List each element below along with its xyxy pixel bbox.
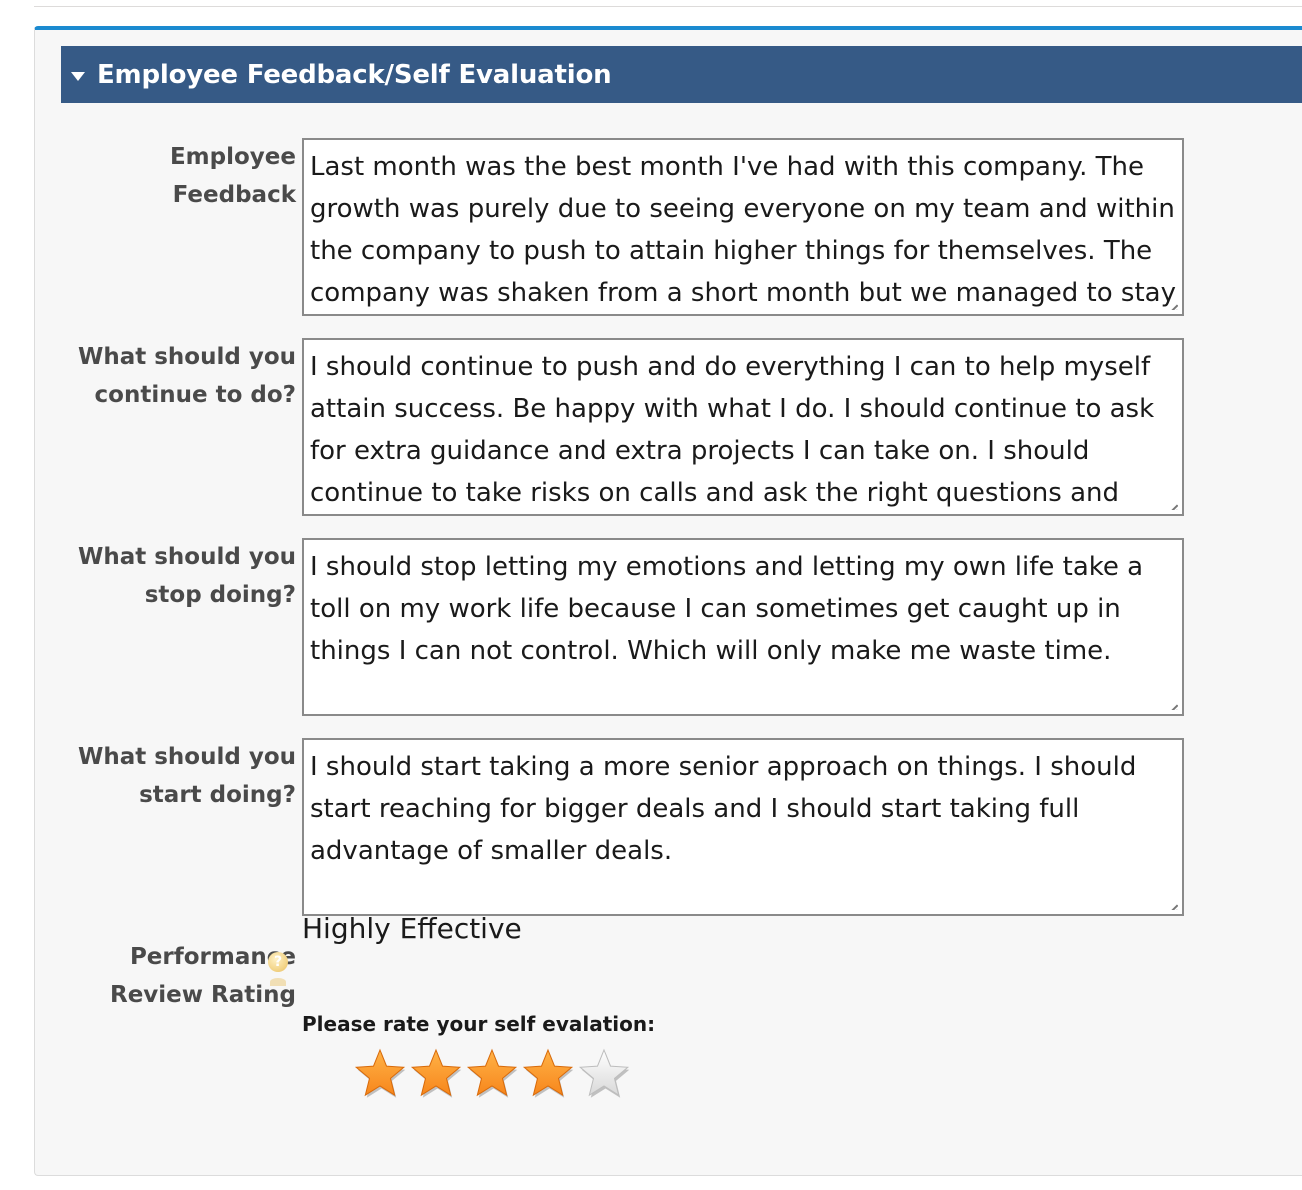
star-shape: [578, 1048, 630, 1098]
star-filled-icon[interactable]: [408, 1044, 464, 1104]
star-filled-icon[interactable]: [464, 1044, 520, 1104]
resize-grip-icon[interactable]: [1166, 898, 1178, 910]
stop-doing-label: What should you stop doing?: [77, 544, 296, 608]
section-title: Employee Feedback/Self Evaluation: [97, 59, 612, 90]
start-doing-label: What should you start doing?: [77, 744, 296, 808]
resize-grip-icon[interactable]: [1166, 498, 1178, 510]
help-question-icon[interactable]: ?: [268, 952, 288, 972]
employee-feedback-textarea[interactable]: Last month was the best month I've had w…: [302, 138, 1184, 316]
start-doing-text: I should start taking a more senior appr…: [310, 752, 1137, 866]
star-shape: [410, 1048, 462, 1098]
self-rating-label: Please rate your self evalation:: [302, 1012, 656, 1036]
collapse-triangle-icon[interactable]: [71, 72, 85, 81]
star-empty-icon[interactable]: [576, 1044, 632, 1104]
start-doing-textarea[interactable]: I should start taking a more senior appr…: [302, 738, 1184, 916]
help-icon-shadow: [270, 978, 286, 986]
employee-feedback-label: Employee Feedback: [169, 144, 296, 208]
previous-panel-edge: [34, 0, 1302, 7]
continue-doing-text: I should continue to push and do everyth…: [310, 352, 1155, 508]
employee-feedback-text: Last month was the best month I've had w…: [310, 152, 1176, 308]
star-shape: [354, 1048, 406, 1098]
resize-grip-icon[interactable]: [1166, 698, 1178, 710]
star-filled-icon[interactable]: [520, 1044, 576, 1104]
stop-doing-text: I should stop letting my emotions and le…: [310, 552, 1144, 666]
section-header[interactable]: Employee Feedback/Self Evaluation: [61, 46, 1302, 103]
star-filled-icon[interactable]: [352, 1044, 408, 1104]
continue-doing-textarea[interactable]: I should continue to push and do everyth…: [302, 338, 1184, 516]
stop-doing-textarea[interactable]: I should stop letting my emotions and le…: [302, 538, 1184, 716]
star-shape: [522, 1048, 574, 1098]
resize-grip-icon[interactable]: [1166, 298, 1178, 310]
performance-rating-value: Highly Effective: [302, 912, 522, 945]
continue-doing-label: What should you continue to do?: [77, 344, 296, 408]
star-shape: [466, 1048, 518, 1098]
star-rating[interactable]: [352, 1044, 632, 1104]
performance-rating-label: Performance Review Rating: [110, 944, 296, 1008]
